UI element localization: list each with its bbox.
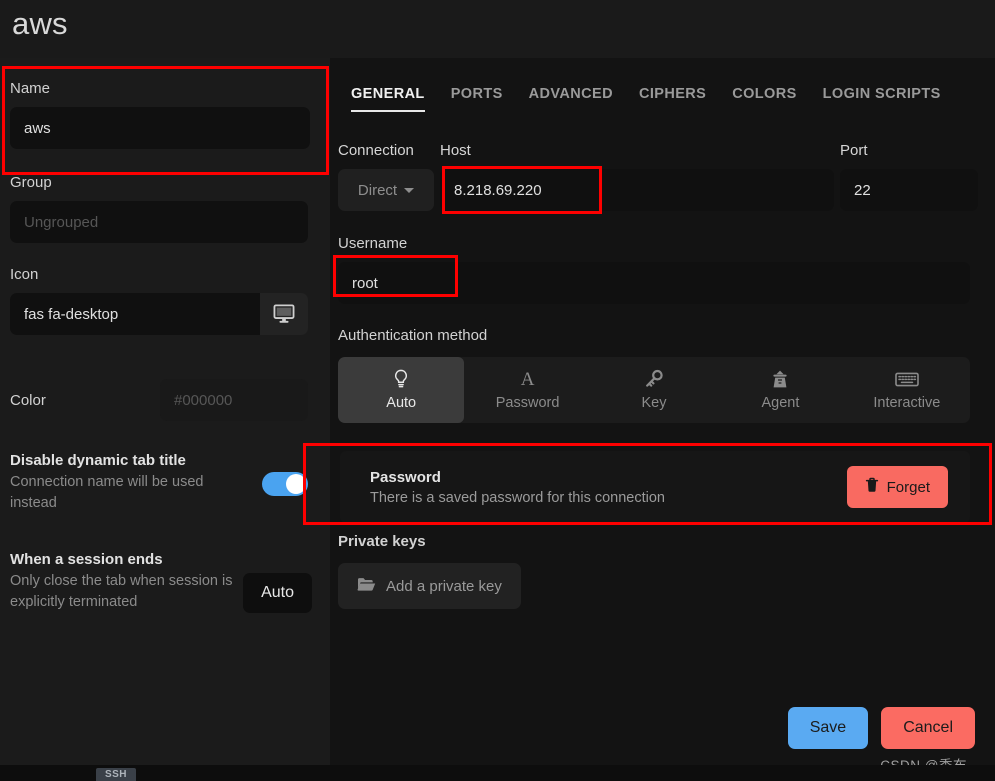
connection-label: Connection bbox=[338, 142, 414, 159]
host-input[interactable]: 8.218.69.220 bbox=[440, 169, 834, 211]
tab-login-scripts[interactable]: LOGIN SCRIPTS bbox=[810, 86, 954, 112]
port-input[interactable]: 22 bbox=[840, 169, 978, 211]
auth-option-key-label: Key bbox=[641, 395, 667, 411]
connection-host-port-row: Connection Host Port Direct 8.218.69.220… bbox=[338, 142, 978, 211]
dynamic-tab-toggle[interactable] bbox=[262, 472, 308, 496]
tab-ports[interactable]: PORTS bbox=[438, 86, 516, 112]
saved-password-section: Password There is a saved password for t… bbox=[340, 451, 970, 523]
tab-advanced[interactable]: ADVANCED bbox=[516, 86, 626, 112]
icon-label: Icon bbox=[10, 266, 39, 283]
private-keys-section: Private keys Add a private key bbox=[338, 533, 738, 609]
connection-row-labels: Connection Host Port bbox=[338, 142, 978, 159]
username-input[interactable]: root bbox=[338, 262, 970, 304]
dialog-actions: Save Cancel bbox=[787, 707, 975, 749]
password-title: Password bbox=[370, 468, 441, 486]
connection-right-panel: GENERAL PORTS ADVANCED CIPHERS COLORS LO… bbox=[330, 58, 995, 765]
color-field-group: Color #000000 bbox=[10, 379, 308, 421]
name-label: Name bbox=[10, 80, 51, 97]
dynamic-tab-title: Disable dynamic tab title bbox=[10, 452, 186, 469]
lightbulb-icon bbox=[393, 369, 409, 389]
settings-tabs: GENERAL PORTS ADVANCED CIPHERS COLORS LO… bbox=[338, 86, 954, 112]
saved-password-texts: Password There is a saved password for t… bbox=[370, 469, 665, 506]
session-ends-texts: When a session ends Only close the tab w… bbox=[10, 551, 235, 612]
icon-input-row: fas fa-desktop bbox=[10, 293, 308, 335]
host-label: Host bbox=[440, 142, 471, 159]
connection-type-select[interactable]: Direct bbox=[338, 169, 434, 211]
session-ends-auto-button[interactable]: Auto bbox=[243, 573, 312, 613]
dynamic-tab-texts: Disable dynamic tab title Connection nam… bbox=[10, 452, 226, 513]
group-field-group: Group Ungrouped bbox=[10, 174, 308, 243]
session-ends-description: Only close the tab when session is expli… bbox=[10, 573, 233, 610]
authentication-method-options: Auto A Password Key Agent Interactive bbox=[338, 357, 970, 423]
auth-option-agent-label: Agent bbox=[761, 395, 800, 411]
add-private-key-button[interactable]: Add a private key bbox=[338, 563, 521, 609]
private-keys-label: Private keys bbox=[338, 533, 426, 550]
username-field-group: Username root bbox=[338, 235, 970, 304]
icon-input[interactable]: fas fa-desktop bbox=[10, 293, 260, 335]
window-header: aws bbox=[0, 0, 995, 58]
dynamic-tab-description: Connection name will be used instead bbox=[10, 474, 204, 511]
tab-colors[interactable]: COLORS bbox=[719, 86, 809, 112]
group-label: Group bbox=[10, 174, 52, 191]
connection-settings-window: aws Name aws Group Ungrouped Icon fas fa… bbox=[0, 0, 995, 781]
connection-row-fields: Direct 8.218.69.220 22 bbox=[338, 169, 978, 211]
auth-option-auto[interactable]: Auto bbox=[338, 357, 465, 423]
username-label: Username bbox=[338, 235, 408, 252]
letter-a-icon: A bbox=[520, 368, 535, 390]
auth-option-interactive-label: Interactive bbox=[873, 395, 941, 411]
bottom-tab-bar: SSH bbox=[0, 765, 995, 781]
session-ends-setting: When a session ends Only close the tab w… bbox=[10, 551, 312, 613]
forget-password-label: Forget bbox=[886, 478, 930, 496]
forget-password-button[interactable]: Forget bbox=[846, 466, 948, 508]
trash-icon bbox=[865, 477, 879, 497]
user-secret-icon bbox=[771, 369, 789, 389]
name-field-group: Name aws bbox=[10, 80, 310, 149]
tab-ciphers[interactable]: CIPHERS bbox=[626, 86, 719, 112]
auth-option-password-label: Password bbox=[495, 395, 560, 411]
connection-left-panel: Name aws Group Ungrouped Icon fas fa-des… bbox=[0, 58, 330, 765]
password-description: There is a saved password for this conne… bbox=[370, 489, 665, 506]
auth-option-interactive[interactable]: Interactive bbox=[844, 357, 970, 423]
add-private-key-label: Add a private key bbox=[386, 577, 502, 595]
auth-option-password[interactable]: A Password bbox=[464, 357, 590, 423]
cancel-button[interactable]: Cancel bbox=[881, 707, 975, 749]
session-ends-title: When a session ends bbox=[10, 551, 163, 568]
auth-option-key[interactable]: Key bbox=[591, 357, 717, 423]
authentication-method-group: Authentication method Auto A Password Ke… bbox=[338, 327, 970, 423]
port-label: Port bbox=[840, 142, 868, 159]
auth-option-agent[interactable]: Agent bbox=[717, 357, 843, 423]
toggle-knob bbox=[286, 474, 306, 494]
chevron-down-icon bbox=[404, 187, 415, 193]
ssh-session-tab[interactable]: SSH bbox=[96, 768, 136, 781]
page-title: aws bbox=[12, 6, 68, 41]
connection-type-value: Direct bbox=[357, 181, 398, 199]
color-label: Color bbox=[10, 391, 46, 409]
key-icon bbox=[644, 369, 664, 389]
disable-dynamic-tab-title-setting: Disable dynamic tab title Connection nam… bbox=[10, 452, 308, 513]
keyboard-icon bbox=[895, 369, 919, 389]
tab-general[interactable]: GENERAL bbox=[338, 86, 438, 112]
color-input[interactable]: #000000 bbox=[160, 379, 308, 421]
desktop-icon[interactable] bbox=[260, 293, 308, 335]
name-input[interactable]: aws bbox=[10, 107, 310, 149]
save-button[interactable]: Save bbox=[787, 707, 869, 749]
icon-field-group: Icon fas fa-desktop bbox=[10, 266, 308, 335]
authentication-method-label: Authentication method bbox=[338, 327, 488, 344]
folder-open-icon bbox=[357, 576, 376, 596]
group-input[interactable]: Ungrouped bbox=[10, 201, 308, 243]
auth-option-auto-label: Auto bbox=[386, 395, 417, 411]
